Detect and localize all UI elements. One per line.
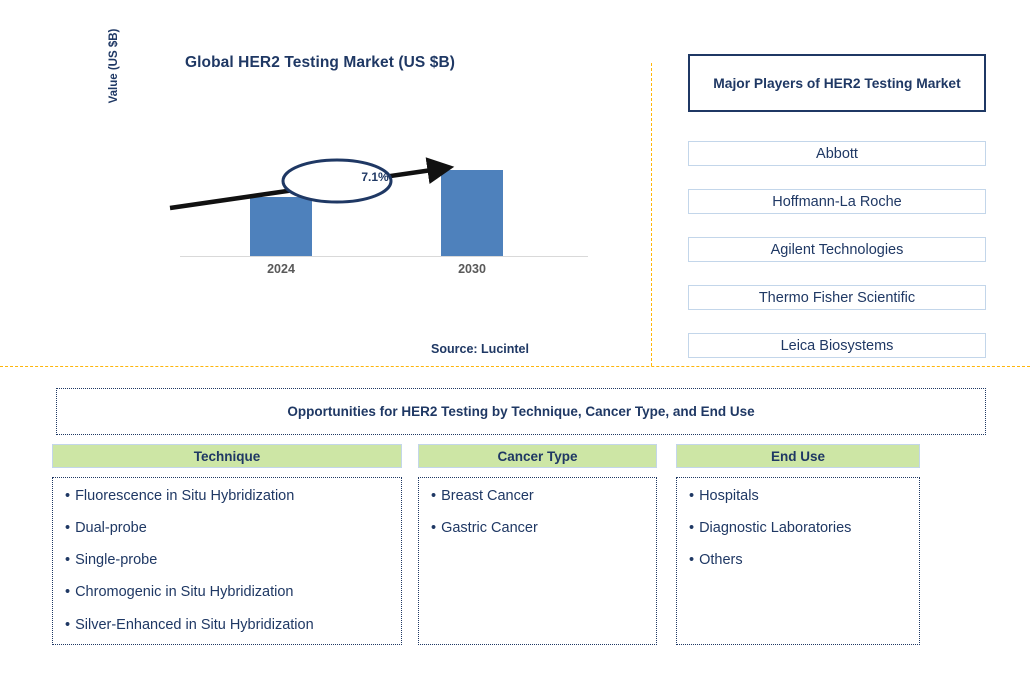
list-item-label: Breast Cancer	[441, 488, 534, 504]
x-axis-tick-2024: 2024	[267, 262, 295, 276]
chart-title: Global HER2 Testing Market (US $B)	[184, 54, 456, 71]
list-item: • Breast Cancer	[431, 487, 646, 505]
column-technique: Technique • Fluorescence in Situ Hybridi…	[52, 444, 402, 645]
column-body-cancer-type: • Breast Cancer • Gastric Cancer	[418, 477, 657, 645]
bullet-icon: •	[431, 488, 437, 504]
bullet-icon: •	[689, 520, 695, 537]
bullet-icon: •	[65, 584, 71, 601]
major-players-header: Major Players of HER2 Testing Market	[688, 54, 986, 112]
bullet-icon: •	[65, 488, 71, 504]
list-item-label: Single-probe	[75, 552, 158, 569]
market-chart-panel: Global HER2 Testing Market (US $B) Value…	[0, 0, 650, 368]
list-item-label: Others	[699, 552, 743, 569]
list-item: • Dual-probe	[65, 519, 391, 537]
x-axis-tick-2030: 2030	[458, 262, 486, 276]
source-note: Source: Lucintel	[431, 342, 529, 356]
bullet-icon: •	[65, 552, 71, 569]
player-item: Hoffmann-La Roche	[688, 189, 986, 214]
list-item-label: Diagnostic Laboratories	[699, 520, 852, 537]
column-body-technique: • Fluorescence in Situ Hybridization • D…	[52, 477, 402, 645]
column-header-cancer-type: Cancer Type	[418, 444, 657, 468]
column-end-use: End Use • Hospitals • Diagnostic Laborat…	[676, 444, 920, 645]
list-item-label: Dual-probe	[75, 520, 147, 537]
major-players-list: Abbott Hoffmann-La Roche Agilent Technol…	[688, 141, 986, 358]
list-item: • Silver-Enhanced in Situ Hybridization	[65, 616, 391, 634]
column-cancer-type: Cancer Type • Breast Cancer • Gastric Ca…	[418, 444, 657, 645]
list-item-label: Fluorescence in Situ Hybridization	[75, 488, 295, 504]
horizontal-dashed-divider	[0, 366, 1030, 367]
list-item: • Gastric Cancer	[431, 519, 646, 537]
list-item: • Single-probe	[65, 551, 391, 569]
player-item: Abbott	[688, 141, 986, 166]
column-header-technique: Technique	[52, 444, 402, 468]
vertical-dashed-divider	[651, 63, 652, 366]
y-axis-label: Value (US $B)	[108, 28, 120, 104]
list-item-label: Silver-Enhanced in Situ Hybridization	[75, 616, 314, 633]
list-item: • Chromogenic in Situ Hybridization	[65, 583, 391, 601]
bullet-icon: •	[689, 552, 695, 569]
bullet-icon: •	[689, 488, 695, 504]
list-item-label: Chromogenic in Situ Hybridization	[75, 584, 294, 601]
cagr-value-label: 7.1%	[361, 170, 389, 184]
list-item: • Diagnostic Laboratories	[689, 519, 909, 537]
cagr-arrow-callout	[169, 157, 455, 211]
column-header-end-use: End Use	[676, 444, 920, 468]
player-item: Agilent Technologies	[688, 237, 986, 262]
opportunities-columns: Technique • Fluorescence in Situ Hybridi…	[0, 444, 1030, 654]
list-item: • Hospitals	[689, 487, 909, 505]
bullet-icon: •	[65, 616, 71, 633]
column-body-end-use: • Hospitals • Diagnostic Laboratories • …	[676, 477, 920, 645]
opportunities-title: Opportunities for HER2 Testing by Techni…	[56, 388, 986, 435]
player-item: Thermo Fisher Scientific	[688, 285, 986, 310]
major-players-panel: Major Players of HER2 Testing Market Abb…	[688, 54, 986, 358]
list-item: • Fluorescence in Situ Hybridization	[65, 487, 391, 505]
bullet-icon: •	[65, 520, 71, 537]
bullet-icon: •	[431, 520, 437, 537]
chart-baseline-axis	[180, 256, 588, 257]
player-item: Leica Biosystems	[688, 333, 986, 358]
list-item-label: Gastric Cancer	[441, 520, 538, 537]
list-item-label: Hospitals	[699, 488, 759, 504]
list-item: • Others	[689, 551, 909, 569]
